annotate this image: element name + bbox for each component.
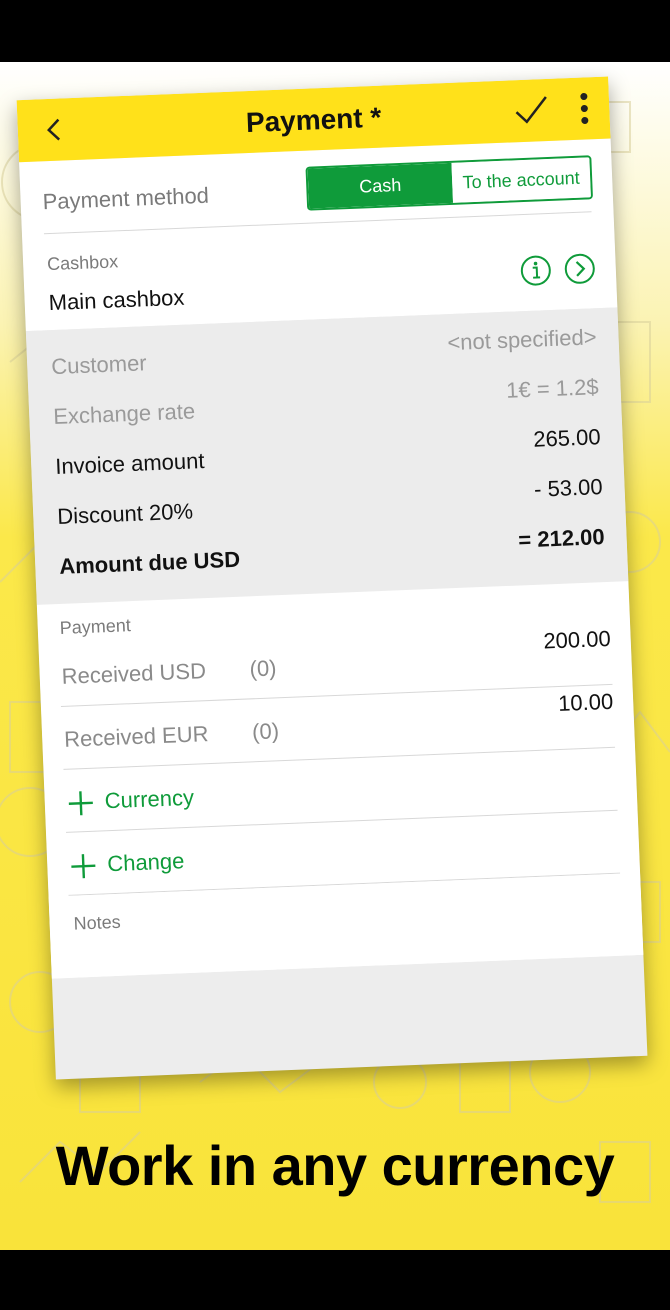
cashbox-value: Main cashbox: [48, 284, 185, 316]
received-eur-label: Received EUR: [63, 721, 209, 752]
info-icon[interactable]: [519, 254, 552, 287]
chevron-right-circle-icon[interactable]: [563, 252, 596, 285]
amount-due-label: Amount due USD: [58, 546, 241, 579]
exchange-rate-label: Exchange rate: [52, 398, 196, 430]
customer-label: Customer: [50, 350, 148, 380]
payment-method-label: Payment method: [42, 182, 210, 215]
received-eur-value[interactable]: 10.00: [558, 689, 614, 717]
plus-icon: [71, 854, 96, 879]
discount-value: - 53.00: [533, 474, 604, 502]
customer-value: <not specified>: [446, 324, 598, 356]
amount-due-value: = 212.00: [517, 524, 606, 553]
received-usd-label: Received USD: [61, 658, 207, 689]
cashbox-label: Cashbox: [46, 251, 119, 275]
received-usd-count: (0): [249, 655, 277, 682]
invoice-amount-label: Invoice amount: [54, 448, 205, 480]
discount-label: Discount 20%: [56, 498, 194, 529]
add-currency-label: Currency: [104, 784, 195, 814]
option-cash[interactable]: Cash: [307, 162, 454, 209]
more-vertical-icon[interactable]: [577, 91, 592, 126]
option-to-the-account[interactable]: To the account: [451, 157, 591, 203]
payment-summary: Customer <not specified> Exchange rate 1…: [25, 307, 629, 605]
plus-icon: [68, 791, 93, 816]
exchange-rate-value: 1€ = 1.2$: [505, 374, 600, 403]
payment-section: Payment Received USD (0) 200.00 Received…: [36, 581, 644, 979]
invoice-amount-value: 265.00: [532, 424, 602, 452]
payment-method-toggle: Cash To the account: [305, 155, 594, 211]
received-usd-value[interactable]: 200.00: [543, 626, 611, 655]
received-eur-count: (0): [251, 718, 280, 745]
add-change-label: Change: [106, 848, 185, 877]
phone-screen: Payment * Payment method Cash To the acc…: [16, 76, 648, 1080]
notes-label: Notes: [73, 911, 122, 934]
promo-caption: Work in any currency: [55, 1134, 615, 1197]
check-icon[interactable]: [513, 93, 550, 128]
